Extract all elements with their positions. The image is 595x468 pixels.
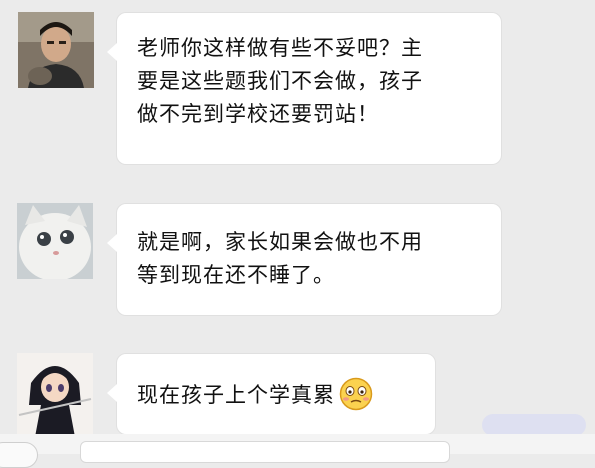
message-bubble-1[interactable]: 老师你这样做有些不妥吧？主 要是这些题我们不会做，孩子 做不完到学校还要罚站！ <box>107 13 501 164</box>
message-bubble-3[interactable]: 现在孩子上个学真累 <box>107 354 435 434</box>
avatar-white-cat[interactable] <box>17 203 93 279</box>
watermark-overlay <box>482 414 586 436</box>
message-line: 做不完到学校还要罚站！ <box>137 102 379 126</box>
message-text: 现在孩子上个学真累 <box>137 383 335 407</box>
avatar-anime-character[interactable] <box>17 353 93 437</box>
young-man-avatar-image <box>18 12 94 88</box>
message-line: 就是啊，家长如果会做也不用 <box>137 230 423 254</box>
avatar-young-man[interactable] <box>18 12 94 88</box>
voice-toggle-button[interactable] <box>0 442 38 468</box>
awkward-face-emoji-icon <box>339 377 373 411</box>
message-bubble-2[interactable]: 就是啊，家长如果会做也不用 等到现在还不睡了。 <box>107 204 501 315</box>
message-line: 现在孩子上个学真累 <box>137 377 435 412</box>
message-input[interactable] <box>80 441 450 463</box>
message-line: 等到现在还不睡了。 <box>137 263 335 287</box>
message-line: 要是这些题我们不会做，孩子 <box>137 69 423 93</box>
anime-character-avatar-image <box>17 353 93 437</box>
message-line: 老师你这样做有些不妥吧？主 <box>137 36 423 60</box>
white-cat-avatar-image <box>17 203 93 279</box>
